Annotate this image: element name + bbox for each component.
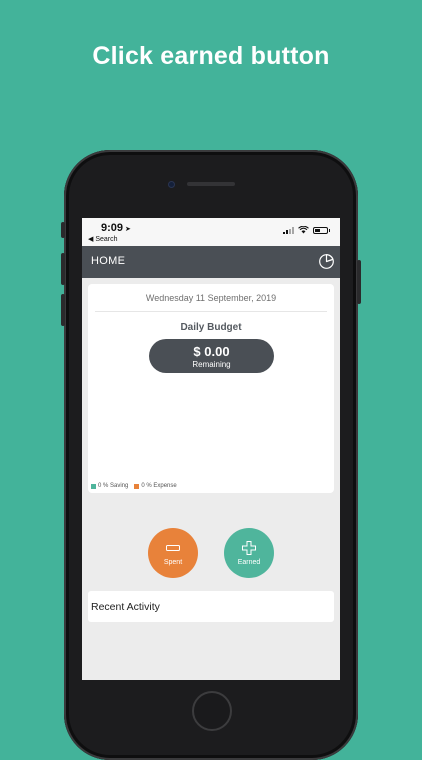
- spent-label: Spent: [163, 559, 183, 566]
- front-camera: [168, 181, 175, 188]
- cellular-signal-icon: [283, 226, 294, 234]
- earned-button[interactable]: Earned: [224, 528, 274, 578]
- volume-down-button: [61, 294, 65, 326]
- header-title: HOME: [91, 255, 126, 267]
- back-to-search-link[interactable]: ◀ Search: [88, 235, 118, 243]
- home-button[interactable]: [192, 691, 232, 731]
- battery-icon: [313, 226, 330, 234]
- remaining-amount: $ 0.00: [193, 344, 230, 359]
- status-icons: [283, 226, 330, 234]
- earpiece-speaker: [187, 182, 235, 186]
- daily-budget-card: Wednesday 11 September, 2019 Daily Budge…: [88, 284, 334, 493]
- legend-label-saving: 0 % Saving: [98, 483, 129, 489]
- legend-item-expense: 0 % Expense: [134, 483, 177, 489]
- power-button: [357, 260, 361, 304]
- promo-caption: Click earned button: [92, 42, 330, 70]
- phone-frame: 9:09 ➤ ◀ Search HOME Wednesday 11 Septem…: [61, 150, 361, 760]
- status-bar: 9:09 ➤ ◀ Search: [82, 218, 340, 246]
- plus-icon: [242, 541, 256, 555]
- remaining-amount-pill: $ 0.00 Remaining: [149, 339, 274, 373]
- mute-switch: [61, 222, 65, 238]
- current-date: Wednesday 11 September, 2019: [145, 293, 277, 303]
- legend-item-saving: 0 % Saving: [91, 483, 128, 489]
- volume-up-button: [61, 253, 65, 285]
- pie-chart-icon[interactable]: [318, 253, 335, 270]
- remaining-label: Remaining: [192, 360, 231, 369]
- phone-screen: 9:09 ➤ ◀ Search HOME Wednesday 11 Septem…: [82, 218, 340, 680]
- legend: 0 % Saving 0 % Expense: [91, 483, 183, 489]
- earned-label: Earned: [237, 559, 261, 566]
- status-time: 9:09 ➤: [101, 222, 131, 234]
- divider: [95, 311, 327, 312]
- budget-title: Daily Budget: [180, 322, 242, 333]
- legend-swatch-saving: [91, 483, 96, 489]
- minus-icon: [166, 545, 180, 551]
- legend-label-expense: 0 % Expense: [141, 483, 177, 489]
- recent-activity-title: Recent Activity: [91, 601, 160, 613]
- spent-button[interactable]: Spent: [148, 528, 198, 578]
- app-header: HOME: [82, 246, 340, 278]
- recent-activity-card[interactable]: Recent Activity: [88, 591, 334, 622]
- legend-swatch-expense: [134, 483, 140, 489]
- location-arrow-icon: ➤: [125, 226, 131, 233]
- wifi-icon: [298, 226, 309, 234]
